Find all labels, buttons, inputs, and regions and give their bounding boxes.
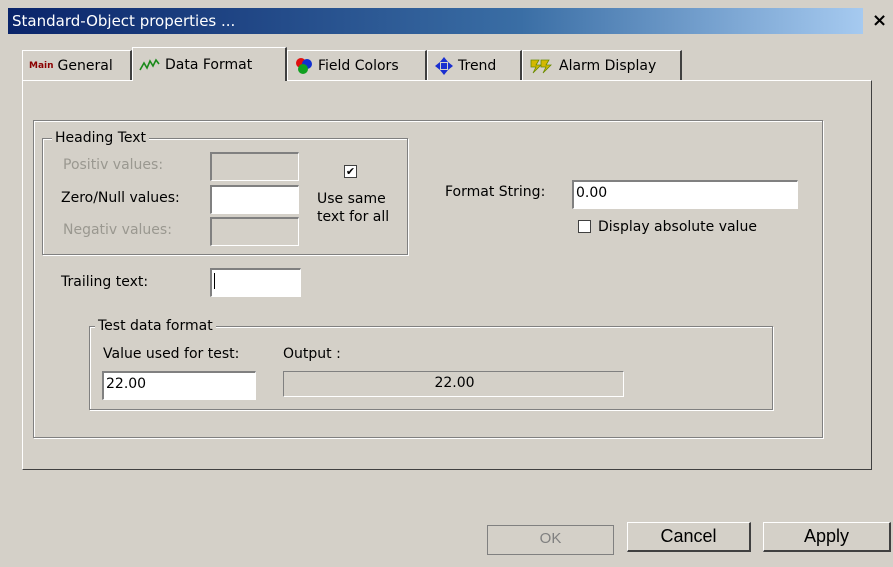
apply-button[interactable]: Apply: [763, 522, 891, 552]
test-value-label: Value used for test:: [103, 346, 240, 362]
use-same-text-checkbox[interactable]: ✔: [344, 165, 357, 178]
output-field: 22.00: [283, 371, 624, 397]
tab-label: Trend: [458, 57, 497, 74]
heading-text-legend: Heading Text: [52, 130, 150, 146]
ok-button[interactable]: OK: [487, 525, 614, 555]
arrows-cross-icon: [434, 56, 454, 76]
positive-values-label: Positiv values:: [63, 157, 164, 173]
tab-label: Data Format: [165, 56, 253, 73]
zero-values-label: Zero/Null values:: [61, 190, 180, 206]
title-bar: Standard-Object properties ...: [8, 8, 863, 34]
zero-values-field[interactable]: [210, 185, 299, 214]
window-title: Standard-Object properties ...: [12, 12, 236, 30]
tab-label: Alarm Display: [559, 57, 657, 74]
use-same-text-label-line2: text for all: [317, 209, 390, 225]
color-balls-icon: [294, 57, 314, 75]
tab-field-colors[interactable]: Field Colors: [287, 50, 427, 80]
tab-data-format[interactable]: Data Format: [132, 47, 287, 81]
text-caret: [214, 273, 215, 289]
display-absolute-label: Display absolute value: [598, 219, 757, 235]
close-button[interactable]: ×: [866, 8, 893, 34]
tab-general[interactable]: Main General: [22, 50, 132, 80]
main-icon: Main: [29, 60, 54, 71]
use-same-text-label-line1: Use same: [317, 191, 386, 207]
test-value-field[interactable]: 22.00: [102, 371, 256, 400]
format-string-field[interactable]: 0.00: [572, 180, 798, 209]
tab-trend[interactable]: Trend: [427, 50, 522, 80]
negative-values-label: Negativ values:: [63, 222, 172, 238]
positive-values-field[interactable]: [210, 152, 299, 181]
format-string-label: Format String:: [445, 184, 546, 200]
display-absolute-checkbox[interactable]: [578, 220, 591, 233]
properties-dialog: Standard-Object properties ... × Main Ge…: [0, 0, 893, 567]
cancel-button[interactable]: Cancel: [627, 522, 751, 552]
tab-label: General: [57, 57, 113, 74]
negative-values-field[interactable]: [210, 217, 299, 246]
tab-label: Field Colors: [318, 57, 399, 74]
tab-alarm-display[interactable]: Alarm Display: [522, 50, 682, 80]
alarm-lightning-icon: [529, 58, 555, 74]
trailing-text-field[interactable]: [210, 268, 301, 297]
trailing-text-label: Trailing text:: [61, 274, 149, 290]
waveform-icon: [139, 57, 161, 72]
test-data-format-legend: Test data format: [95, 318, 216, 334]
output-label: Output :: [283, 346, 341, 362]
